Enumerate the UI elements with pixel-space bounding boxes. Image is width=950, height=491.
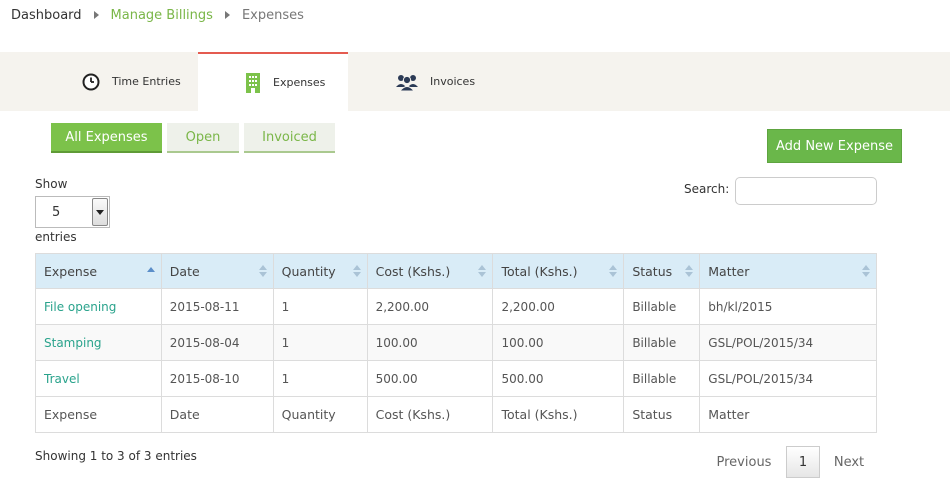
status-cell: Billable <box>623 324 701 361</box>
column-header-date[interactable]: Date <box>160 253 274 289</box>
total-cell: 2,200.00 <box>492 288 625 325</box>
entries-label: entries <box>35 230 77 244</box>
column-header-status[interactable]: Status <box>623 253 701 289</box>
add-new-expense-button[interactable]: Add New Expense <box>767 129 902 163</box>
clock-icon <box>82 73 100 91</box>
sort-ascending-icon <box>146 265 155 277</box>
entries-per-page-select[interactable]: 5 <box>35 196 110 228</box>
expense-link[interactable]: Travel <box>35 360 162 397</box>
tab-expenses[interactable]: Expenses <box>198 52 348 111</box>
breadcrumb-dashboard-link[interactable]: Dashboard <box>11 8 82 23</box>
sort-icon <box>609 265 618 277</box>
footer-expense: Expense <box>35 396 162 433</box>
matter-cell: GSL/POL/2015/34 <box>699 324 877 361</box>
subtab-open[interactable]: Open <box>167 123 239 153</box>
billing-tab-bar: Time Entries Expenses Invoices <box>0 52 950 111</box>
column-header-cost[interactable]: Cost (Kshs.) <box>366 253 494 289</box>
table-header-row: Expense Date Quantity Cost (Kshs.) Total… <box>35 253 877 289</box>
pagination-previous[interactable]: Previous <box>708 446 780 478</box>
column-header-quantity[interactable]: Quantity <box>272 253 368 289</box>
quantity-cell: 1 <box>272 288 368 325</box>
search-label: Search: <box>684 182 730 196</box>
quantity-cell: 1 <box>272 324 368 361</box>
breadcrumb-manage-billings-link[interactable]: Manage Billings <box>111 8 213 23</box>
table-row: Travel 2015-08-10 1 500.00 500.00 Billab… <box>35 360 877 397</box>
footer-quantity: Quantity <box>272 396 368 433</box>
expense-link[interactable]: Stamping <box>35 324 162 361</box>
footer-total: Total (Kshs.) <box>492 396 625 433</box>
expenses-table: Expense Date Quantity Cost (Kshs.) Total… <box>35 253 877 433</box>
column-header-total[interactable]: Total (Kshs.) <box>492 253 625 289</box>
quantity-cell: 1 <box>272 360 368 397</box>
sort-icon <box>258 265 267 277</box>
sort-icon <box>352 265 361 277</box>
footer-date: Date <box>160 396 274 433</box>
cost-cell: 2,200.00 <box>366 288 494 325</box>
breadcrumb: Dashboard Manage Billings Expenses <box>11 6 304 24</box>
matter-cell: bh/kl/2015 <box>699 288 877 325</box>
sort-icon <box>685 265 694 277</box>
expense-link[interactable]: File opening <box>35 288 162 325</box>
date-cell: 2015-08-11 <box>160 288 274 325</box>
sort-icon <box>862 265 870 277</box>
pagination-page-1[interactable]: 1 <box>786 446 820 478</box>
tab-invoices[interactable]: Invoices <box>396 52 496 111</box>
subtab-all-expenses[interactable]: All Expenses <box>51 123 162 153</box>
tab-label: Time Entries <box>112 75 181 88</box>
table-footer-row: Expense Date Quantity Cost (Kshs.) Total… <box>35 396 877 433</box>
table-info: Showing 1 to 3 of 3 entries <box>35 449 197 463</box>
table-row: File opening 2015-08-11 1 2,200.00 2,200… <box>35 288 877 325</box>
total-cell: 100.00 <box>492 324 625 361</box>
total-cell: 500.00 <box>492 360 625 397</box>
entries-per-page-value: 5 <box>52 204 61 220</box>
date-cell: 2015-08-10 <box>160 360 274 397</box>
chevron-right-icon <box>93 11 99 19</box>
search-input[interactable] <box>735 177 877 205</box>
footer-status: Status <box>623 396 701 433</box>
column-header-matter[interactable]: Matter <box>699 253 877 289</box>
table-row: Stamping 2015-08-04 1 100.00 100.00 Bill… <box>35 324 877 361</box>
tab-time-entries[interactable]: Time Entries <box>82 52 202 111</box>
cost-cell: 500.00 <box>366 360 494 397</box>
sort-icon <box>478 265 487 277</box>
tab-label: Expenses <box>273 76 326 89</box>
users-icon <box>396 73 418 91</box>
tab-label: Invoices <box>430 75 476 88</box>
status-cell: Billable <box>623 360 701 397</box>
subtab-invoiced[interactable]: Invoiced <box>244 123 335 153</box>
matter-cell: GSL/POL/2015/34 <box>699 360 877 397</box>
building-icon <box>245 72 261 93</box>
footer-cost: Cost (Kshs.) <box>366 396 494 433</box>
status-cell: Billable <box>623 288 701 325</box>
show-label: Show <box>35 177 68 191</box>
chevron-right-icon <box>224 11 230 19</box>
footer-matter: Matter <box>699 396 877 433</box>
cost-cell: 100.00 <box>366 324 494 361</box>
column-header-expense[interactable]: Expense <box>35 253 162 289</box>
pagination-next[interactable]: Next <box>826 446 872 478</box>
breadcrumb-current: Expenses <box>241 7 304 23</box>
date-cell: 2015-08-04 <box>160 324 274 361</box>
chevron-down-icon[interactable] <box>92 198 108 226</box>
